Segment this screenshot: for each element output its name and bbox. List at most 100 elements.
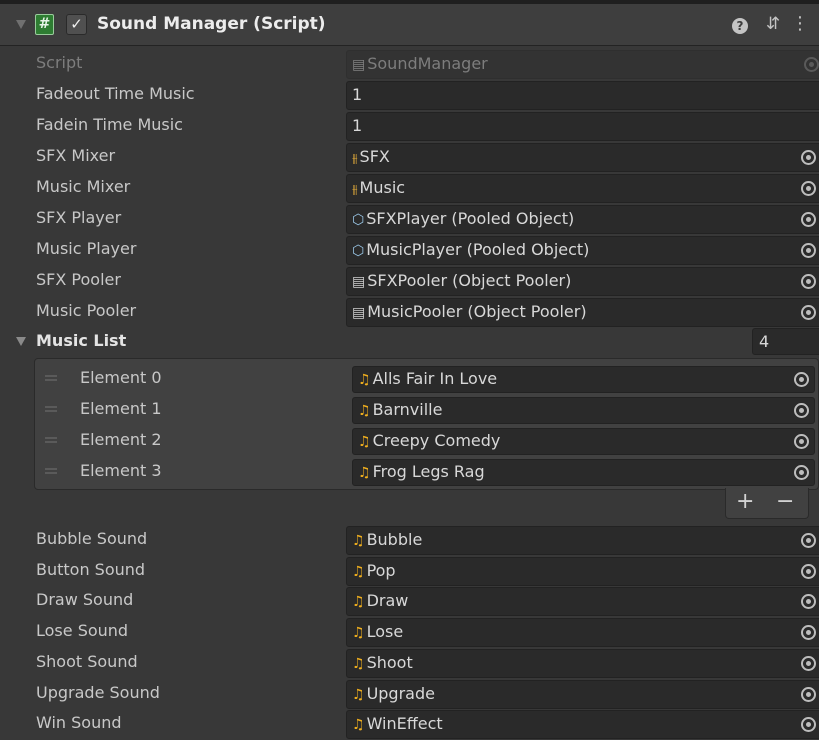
sound-value: Upgrade <box>366 683 435 703</box>
property-value: 1 <box>352 85 363 104</box>
audio-clip-icon: ♫ <box>358 372 371 388</box>
object-picker-icon[interactable] <box>794 465 809 480</box>
drag-handle-icon[interactable] <box>45 437 57 443</box>
element-label: Element 1 <box>80 399 162 418</box>
property-row: SFX Pooler ▤ SFXPooler (Object Pooler) <box>0 266 819 297</box>
music-list-size-field[interactable]: 4 <box>752 328 819 355</box>
sound-value: Bubble <box>366 530 423 549</box>
sound-field[interactable]: ♫ Upgrade <box>346 679 819 709</box>
sound-field[interactable]: ♫ WinEffect <box>346 710 819 740</box>
property-value: SFXPlayer (Pooled Object) <box>366 209 575 228</box>
object-picker-icon[interactable] <box>801 150 816 165</box>
property-label: SFX Mixer <box>36 146 116 165</box>
script-icon: ▤ <box>352 274 366 290</box>
sound-field[interactable]: ♫ Pop <box>346 556 819 586</box>
property-label: SFX Pooler <box>36 270 121 289</box>
presets-icon[interactable]: ⇵ <box>763 14 783 34</box>
more-options-icon[interactable]: ⋮ <box>790 14 810 34</box>
property-label: Music Mixer <box>36 177 131 196</box>
property-label: Music Pooler <box>36 301 137 320</box>
property-row: SFX Mixer ⫵ SFX <box>0 142 819 173</box>
list-footer: + − <box>725 488 809 519</box>
object-picker-icon[interactable] <box>801 212 816 227</box>
component-title: Sound Manager (Script) <box>97 14 326 34</box>
property-label: Music Player <box>36 239 137 258</box>
sound-row: Upgrade Sound ♫ Upgrade <box>0 679 819 710</box>
script-icon: ▤ <box>352 305 366 321</box>
drag-handle-icon[interactable] <box>45 406 57 412</box>
music-list-size: 4 <box>759 332 770 351</box>
property-value: MusicPlayer (Pooled Object) <box>366 240 590 259</box>
help-icon[interactable]: ? <box>732 18 748 34</box>
property-field[interactable]: ⫵ Music <box>346 174 819 203</box>
audio-clip-icon: ♫ <box>352 594 365 611</box>
property-value: MusicPooler (Object Pooler) <box>367 302 587 321</box>
object-picker-icon[interactable] <box>801 717 816 733</box>
element-label: Element 0 <box>80 368 162 387</box>
element-field[interactable]: ♫ Creepy Comedy <box>352 428 815 455</box>
foldout-arrow-icon[interactable] <box>16 20 26 29</box>
property-field[interactable]: ⫵ SFX <box>346 143 819 172</box>
property-field[interactable]: 1 <box>346 112 819 141</box>
object-picker-icon[interactable] <box>794 403 809 418</box>
property-row: Music Player ⬡ MusicPlayer (Pooled Object) <box>0 235 819 266</box>
property-field[interactable]: ⬡ MusicPlayer (Pooled Object) <box>346 236 819 265</box>
sound-field[interactable]: ♫ Draw <box>346 587 819 617</box>
sound-label: Win Sound <box>36 713 122 733</box>
object-picker-icon[interactable] <box>801 305 816 320</box>
object-picker-icon[interactable] <box>794 434 809 449</box>
add-element-button[interactable]: + <box>736 489 754 514</box>
property-row: SFX Player ⬡ SFXPlayer (Pooled Object) <box>0 204 819 235</box>
sound-field[interactable]: ♫ Lose <box>346 618 819 648</box>
script-row: Script ▤ SoundManager <box>0 49 819 80</box>
object-picker-icon[interactable] <box>801 655 816 671</box>
sound-row: Win Sound ♫ WinEffect <box>0 709 819 740</box>
object-picker-icon[interactable] <box>801 563 816 579</box>
property-field[interactable]: ⬡ SFXPlayer (Pooled Object) <box>346 205 819 234</box>
drag-handle-icon[interactable] <box>45 468 57 474</box>
property-value: Music <box>359 178 406 197</box>
remove-element-button[interactable]: − <box>776 489 794 514</box>
element-value: Creepy Comedy <box>372 431 501 450</box>
property-field[interactable]: ▤ SFXPooler (Object Pooler) <box>346 267 819 296</box>
enabled-checkbox[interactable]: ✓ <box>66 14 87 35</box>
audio-clip-icon: ♫ <box>352 533 365 549</box>
element-field[interactable]: ♫ Barnville <box>352 397 815 424</box>
property-field[interactable]: ▤ MusicPooler (Object Pooler) <box>346 298 819 327</box>
prefab-icon: ⬡ <box>352 243 365 259</box>
audio-clip-icon: ♫ <box>352 717 365 734</box>
element-field[interactable]: ♫ Alls Fair In Love <box>352 366 815 393</box>
sound-field[interactable]: ♫ Shoot <box>346 648 819 678</box>
list-element: Element 3 ♫ Frog Legs Rag <box>35 457 819 488</box>
object-picker-icon[interactable] <box>794 372 809 387</box>
script-label: Script <box>36 53 83 72</box>
script-field: ▤ SoundManager <box>346 50 819 79</box>
music-list-box: Element 0 ♫ Alls Fair In Love Element 1 ♫ Bar… <box>34 358 819 490</box>
foldout-arrow-icon[interactable] <box>16 337 26 346</box>
list-element: Element 1 ♫ Barnville <box>35 395 819 426</box>
object-picker-icon[interactable] <box>801 594 816 610</box>
property-value: SFX <box>359 147 390 166</box>
component-header[interactable]: # ✓ Sound Manager (Script) ? ⇵ ⋮ <box>0 0 819 46</box>
sound-field[interactable]: ♫ Bubble <box>346 526 819 555</box>
object-picker-icon[interactable] <box>801 686 816 702</box>
sound-value: Draw <box>366 591 409 611</box>
object-picker-icon[interactable] <box>801 274 816 289</box>
property-value: 1 <box>352 116 363 135</box>
sound-row: Button Sound ♫ Pop <box>0 556 819 587</box>
property-label: Fadeout Time Music <box>36 84 195 103</box>
script-value: SoundManager <box>367 54 488 73</box>
audio-clip-icon: ♫ <box>358 434 371 450</box>
element-field[interactable]: ♫ Frog Legs Rag <box>352 459 815 486</box>
object-picker-icon[interactable] <box>801 625 816 641</box>
drag-handle-icon[interactable] <box>45 375 57 381</box>
property-field[interactable]: 1 <box>346 81 819 110</box>
audio-mixer-icon: ⫵ <box>352 151 358 165</box>
music-list-header[interactable]: Music List 4 <box>0 327 819 357</box>
object-picker-icon[interactable] <box>801 181 816 196</box>
object-picker-icon[interactable] <box>801 243 816 258</box>
object-picker-icon[interactable] <box>801 533 816 548</box>
audio-clip-icon: ♫ <box>352 686 365 703</box>
element-label: Element 3 <box>80 461 162 480</box>
element-value: Alls Fair In Love <box>372 369 498 388</box>
